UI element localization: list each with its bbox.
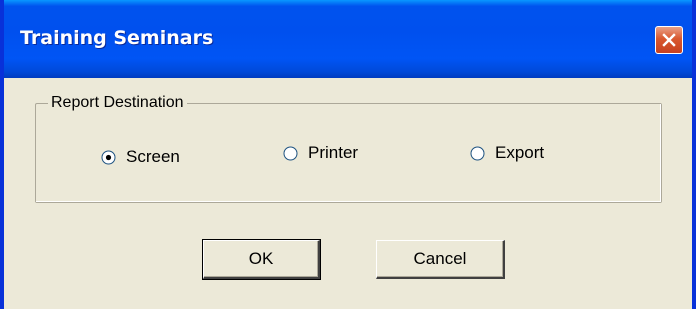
radio-screen[interactable]: Screen <box>101 147 180 167</box>
ok-button[interactable]: OK <box>202 239 321 280</box>
radio-screen-label: Screen <box>126 147 180 166</box>
radio-printer[interactable]: Printer <box>283 143 358 163</box>
radio-printer-indicator[interactable] <box>283 146 298 161</box>
radio-printer-label: Printer <box>308 143 359 162</box>
close-button[interactable] <box>655 26 683 54</box>
report-destination-label: Report Destination <box>48 94 187 112</box>
radio-screen-indicator[interactable] <box>101 150 116 165</box>
dialog-window: Training Seminars Report Destination Scr… <box>0 0 696 309</box>
cancel-button[interactable]: Cancel <box>376 240 505 279</box>
radio-export-label: Export <box>495 143 545 162</box>
radio-export[interactable]: Export <box>470 143 544 163</box>
dialog-client-area: Report Destination Screen Printer Export… <box>4 78 692 309</box>
window-title: Training Seminars <box>20 27 214 49</box>
radio-export-indicator[interactable] <box>470 146 485 161</box>
title-bar[interactable]: Training Seminars <box>4 0 692 78</box>
close-icon <box>661 32 677 48</box>
